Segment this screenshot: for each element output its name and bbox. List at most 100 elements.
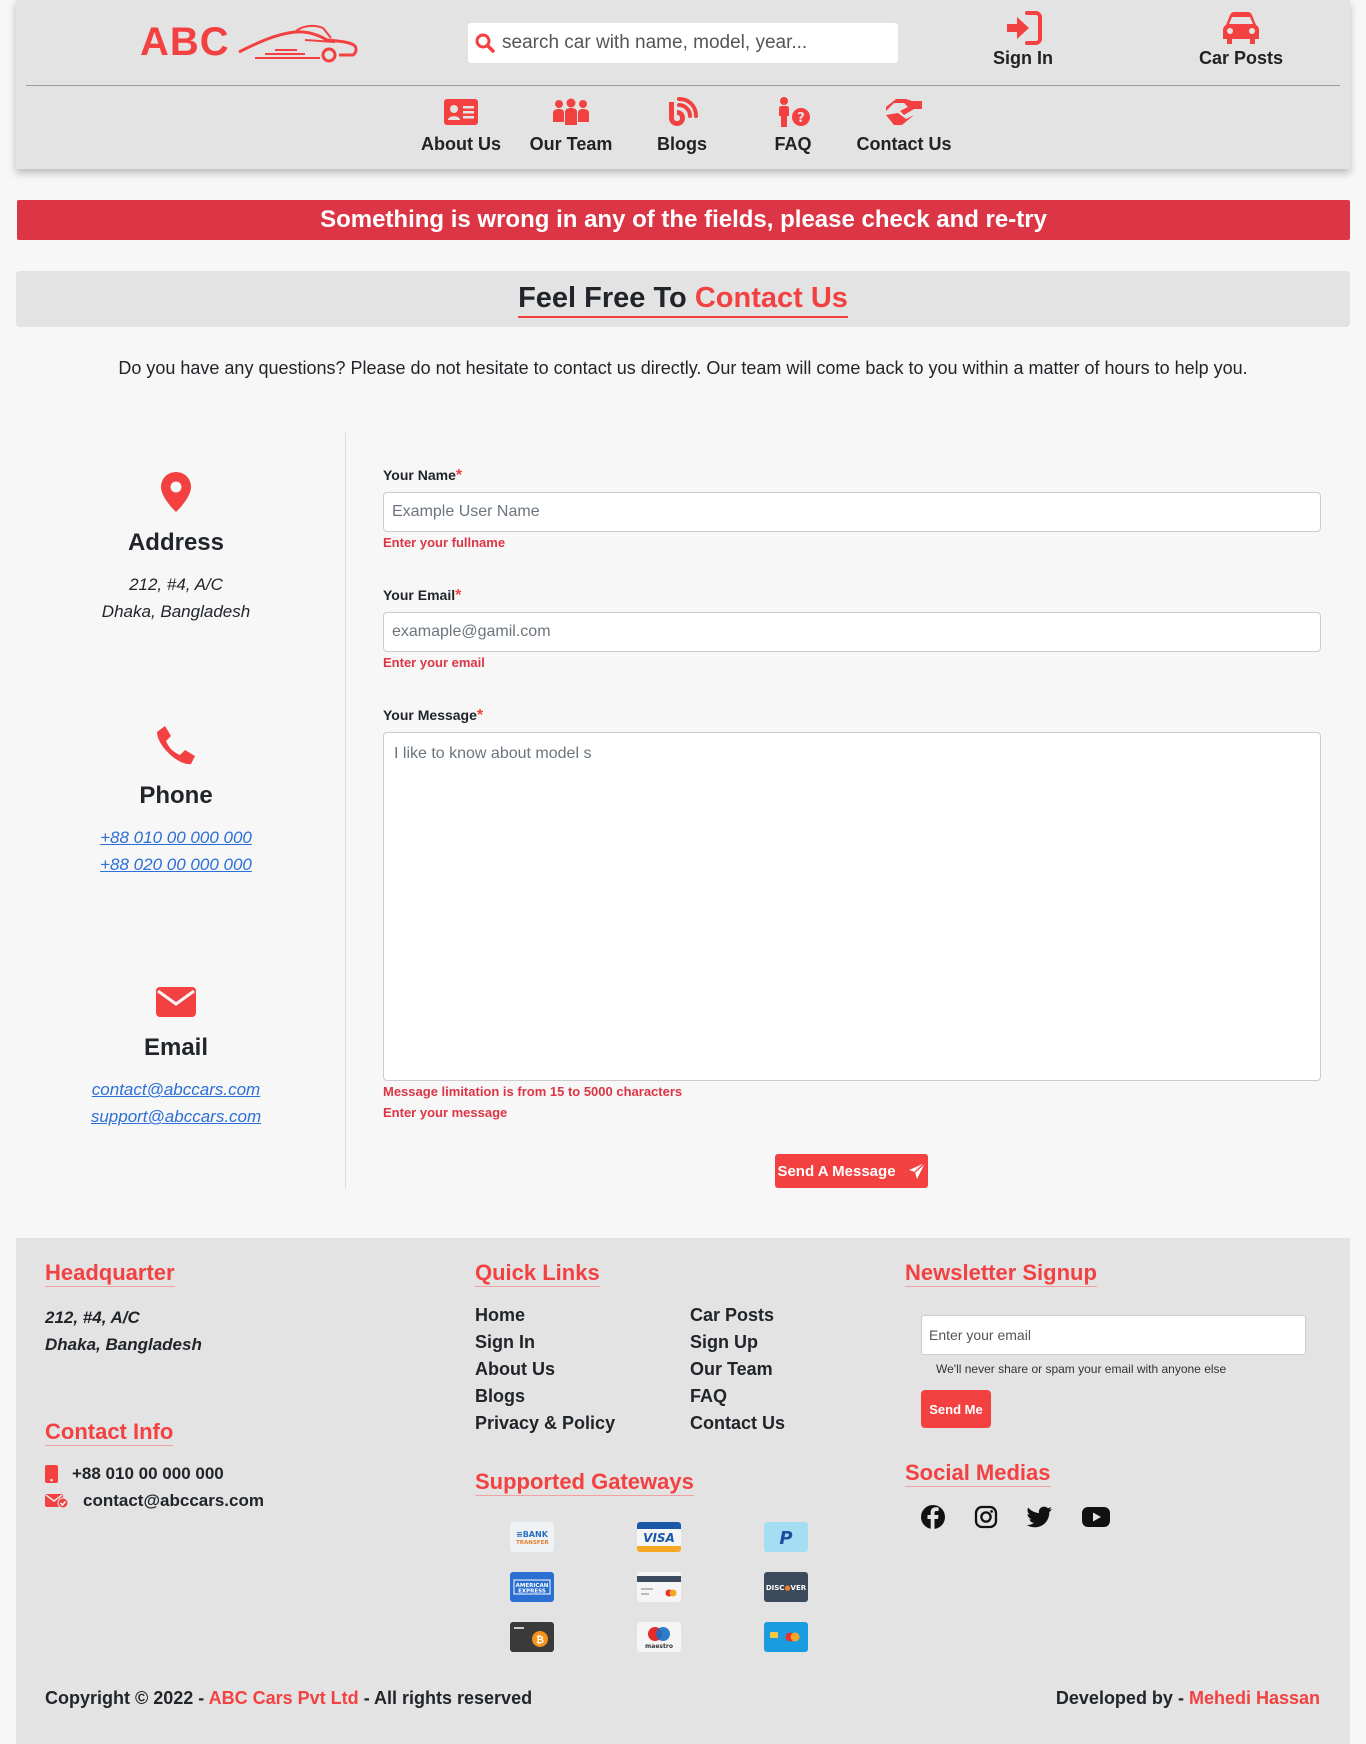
car-posts-link[interactable]: Car Posts	[1186, 8, 1296, 69]
contact-info-column: Address 212, #4, A/C Dhaka, Bangladesh P…	[16, 433, 346, 1188]
nav-our-team-label: Our Team	[529, 134, 613, 154]
bitcoin-icon: ₿	[510, 1622, 554, 1652]
nav-faq-label: FAQ	[774, 134, 812, 154]
quick-link-sign-up[interactable]: Sign Up	[690, 1329, 785, 1356]
email-input[interactable]	[383, 612, 1321, 652]
car-logo-icon	[238, 24, 358, 63]
phone-heading: Phone	[139, 782, 213, 809]
address-line1: 212, #4, A/C	[129, 575, 223, 594]
quick-link-sign-in[interactable]: Sign In	[475, 1329, 615, 1356]
paper-plane-icon	[908, 1162, 926, 1179]
quick-link-contact-us[interactable]: Contact Us	[690, 1410, 785, 1437]
message-limit-error: Message limitation is from 15 to 5000 ch…	[383, 1084, 683, 1099]
hq-line1: 212, #4, A/C	[45, 1308, 140, 1327]
phone-link-1[interactable]: +88 010 00 000 000	[16, 824, 336, 851]
nav-contact-us[interactable]: Contact Us	[849, 92, 959, 155]
contact-info-heading: Contact Info	[45, 1419, 174, 1446]
email-link-1[interactable]: contact@abccars.com	[16, 1076, 336, 1103]
title-accent: Contact Us	[694, 282, 848, 314]
message-error: Enter your message	[383, 1105, 508, 1120]
nav-about-us[interactable]: About Us	[406, 92, 516, 155]
email-link-2[interactable]: support@abccars.com	[16, 1103, 336, 1130]
svg-text:P: P	[779, 1528, 792, 1548]
headquarter-address: 212, #4, A/C Dhaka, Bangladesh	[45, 1304, 202, 1358]
name-label-text: Your Name	[383, 467, 456, 483]
address-line2: Dhaka, Bangladesh	[101, 602, 251, 621]
nav-blogs[interactable]: Blogs	[627, 92, 737, 155]
newsletter-heading: Newsletter Signup	[905, 1260, 1097, 1287]
name-input[interactable]	[383, 492, 1321, 532]
search-bar	[468, 23, 898, 63]
email-label: Your Email*	[383, 587, 461, 605]
instagram-icon[interactable]	[971, 1502, 1001, 1532]
error-alert: Something is wrong in any of the fields,…	[17, 200, 1350, 240]
email-label-text: Your Email	[383, 587, 456, 603]
copyright-prefix: Copyright © 2022 -	[45, 1688, 205, 1708]
envelope-icon	[16, 968, 336, 1018]
newsletter-submit-button[interactable]: Send Me	[921, 1390, 991, 1428]
quick-link-car-posts[interactable]: Car Posts	[690, 1302, 785, 1329]
svg-text:maestro: maestro	[645, 1643, 673, 1650]
bank-transfer-icon: ≡BANK TRANSFER	[510, 1522, 554, 1552]
headquarter-heading: Headquarter	[45, 1260, 175, 1287]
facebook-icon[interactable]	[918, 1502, 948, 1532]
youtube-icon[interactable]	[1079, 1502, 1113, 1532]
svg-text:DISC●VER: DISC●VER	[766, 1584, 807, 1592]
svg-text:≡BANK: ≡BANK	[516, 1530, 549, 1539]
person-question-icon: ?	[738, 92, 848, 132]
logo-text: ABC	[140, 20, 230, 64]
message-label-text: Your Message	[383, 707, 477, 723]
blog-icon	[627, 92, 737, 132]
email-error: Enter your email	[383, 655, 485, 670]
company-link[interactable]: ABC Cars Pvt Ltd	[209, 1688, 359, 1708]
required-mark: *	[476, 707, 484, 724]
discover-icon: DISC●VER	[764, 1572, 808, 1602]
newsletter-email-input[interactable]	[921, 1315, 1306, 1355]
car-icon	[1186, 8, 1296, 48]
search-input[interactable]	[502, 23, 898, 63]
send-message-label: Send A Message	[777, 1162, 896, 1180]
intro-text: Do you have any questions? Please do not…	[118, 358, 1248, 378]
quick-links-col2: Car Posts Sign Up Our Team FAQ Contact U…	[690, 1302, 785, 1437]
developer-link[interactable]: Mehedi Hassan	[1189, 1688, 1320, 1708]
nav-faq[interactable]: ? FAQ	[738, 92, 848, 155]
quick-links-heading: Quick Links	[475, 1260, 600, 1287]
site-header: ABC Sign In Car Posts Abo	[16, 0, 1350, 169]
quick-link-blogs[interactable]: Blogs	[475, 1383, 615, 1410]
paypal-icon: P	[764, 1522, 808, 1552]
address-heading: Address	[127, 529, 225, 556]
logo[interactable]: ABC	[140, 14, 360, 74]
footer-email: contact@abccars.com	[45, 1491, 264, 1511]
american-express-icon: AMERICAN EXPRESS	[510, 1572, 554, 1602]
email-block: Email contact@abccars.com support@abccar…	[16, 968, 336, 1130]
car-posts-label: Car Posts	[1198, 48, 1284, 68]
svg-text:EXPRESS: EXPRESS	[518, 1589, 546, 1595]
name-label: Your Name*	[383, 467, 462, 485]
phone-link-2[interactable]: +88 020 00 000 000	[16, 851, 336, 878]
developer-credit: Developed by - Mehedi Hassan	[1056, 1688, 1320, 1709]
id-card-icon	[406, 92, 516, 132]
search-icon[interactable]	[468, 23, 502, 63]
twitter-icon[interactable]	[1025, 1502, 1055, 1532]
developed-prefix: Developed by -	[1055, 1688, 1184, 1708]
nav-about-us-label: About Us	[421, 134, 501, 154]
quick-link-about-us[interactable]: About Us	[475, 1356, 615, 1383]
svg-text:?: ?	[797, 111, 805, 126]
quick-link-privacy[interactable]: Privacy & Policy	[475, 1410, 615, 1437]
send-message-button[interactable]: Send A Message	[775, 1154, 928, 1188]
mobile-phone-icon	[45, 1465, 58, 1483]
quick-link-faq[interactable]: FAQ	[690, 1383, 785, 1410]
header-divider	[26, 85, 1340, 86]
site-footer: Headquarter 212, #4, A/C Dhaka, Banglade…	[16, 1238, 1350, 1744]
main-nav: About Us Our Team Blogs ? FAQ Contact Us	[16, 92, 1350, 162]
quick-link-our-team[interactable]: Our Team	[690, 1356, 785, 1383]
message-textarea[interactable]: I like to know about model s	[383, 732, 1321, 1081]
svg-text:TRANSFER: TRANSFER	[516, 1540, 549, 1546]
sign-in-link[interactable]: Sign In	[976, 8, 1070, 69]
nav-our-team[interactable]: Our Team	[516, 92, 626, 155]
required-mark: *	[455, 587, 462, 604]
required-mark: *	[455, 467, 463, 484]
quick-link-home[interactable]: Home	[475, 1302, 615, 1329]
maestro-icon: maestro	[637, 1622, 681, 1652]
name-error: Enter your fullname	[383, 535, 506, 550]
